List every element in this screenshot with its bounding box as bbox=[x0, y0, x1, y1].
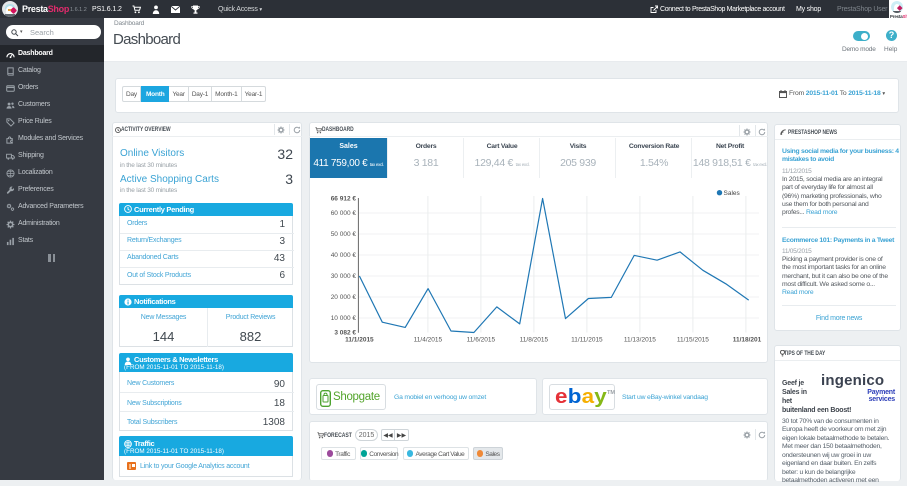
svg-text:50 000 €: 50 000 € bbox=[331, 231, 357, 238]
svg-text:10 000 €: 10 000 € bbox=[331, 315, 357, 322]
svg-text:66 912 €: 66 912 € bbox=[331, 196, 357, 203]
svg-text:11/1/2015: 11/1/2015 bbox=[345, 337, 374, 344]
svg-text:11/11/2015: 11/11/2015 bbox=[571, 337, 603, 344]
svg-text:11/6/2015: 11/6/2015 bbox=[467, 337, 496, 344]
svg-text:20 000 €: 20 000 € bbox=[331, 294, 357, 301]
svg-text:11/8/2015: 11/8/2015 bbox=[520, 337, 549, 344]
svg-text:40 000 €: 40 000 € bbox=[331, 252, 357, 259]
svg-text:11/18/201: 11/18/201 bbox=[733, 337, 762, 344]
svg-text:11/4/2015: 11/4/2015 bbox=[414, 337, 443, 344]
svg-text:11/13/2015: 11/13/2015 bbox=[624, 337, 656, 344]
svg-text:11/15/2015: 11/15/2015 bbox=[677, 337, 709, 344]
svg-text:Sales: Sales bbox=[724, 190, 741, 197]
svg-text:30 000 €: 30 000 € bbox=[331, 273, 357, 280]
svg-text:60 000 €: 60 000 € bbox=[331, 210, 357, 217]
